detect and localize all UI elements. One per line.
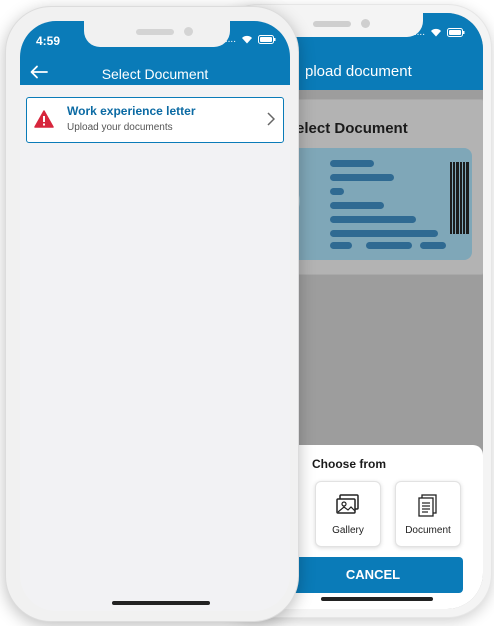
wifi-icon xyxy=(431,28,441,37)
wifi-icon xyxy=(242,35,252,44)
document-preview-card: elect Document xyxy=(270,99,483,275)
phone-notch xyxy=(273,13,423,37)
document-option[interactable]: Document xyxy=(395,481,461,547)
sheet-title: Choose from xyxy=(312,457,387,471)
status-bar: .... xyxy=(225,34,276,45)
app-header: 4:59 .... Select Document xyxy=(20,21,290,85)
gallery-option[interactable]: Gallery xyxy=(315,481,381,547)
list-item[interactable]: Work experience letter Upload your docum… xyxy=(26,97,284,143)
phone-notch xyxy=(84,21,230,47)
signal-dots: .... xyxy=(413,27,425,38)
item-title: Work experience letter xyxy=(67,104,196,118)
gallery-label: Gallery xyxy=(332,525,364,536)
page-title: Select Document xyxy=(101,66,209,82)
battery-icon xyxy=(258,35,276,44)
id-card-illustration xyxy=(270,148,472,260)
camera-dot xyxy=(361,19,370,28)
cancel-button[interactable]: CANCEL xyxy=(283,557,463,593)
foreground-phone: 4:59 .... Select Document Work experienc… xyxy=(5,6,299,622)
document-icon xyxy=(418,494,437,517)
camera-dot xyxy=(184,27,193,36)
document-label: Document xyxy=(405,525,451,536)
home-indicator xyxy=(321,597,433,601)
status-bar: .... xyxy=(414,27,465,38)
header-title: pload document xyxy=(305,63,412,80)
status-time: 4:59 xyxy=(36,34,61,48)
home-indicator xyxy=(112,601,210,605)
item-subtitle: Upload your documents xyxy=(67,122,173,133)
warning-icon xyxy=(34,110,54,128)
speaker xyxy=(136,29,174,35)
select-document-screen: 4:59 .... Select Document Work experienc… xyxy=(20,21,290,611)
chevron-right-icon xyxy=(267,112,275,126)
battery-icon xyxy=(447,28,465,37)
gallery-icon xyxy=(336,494,359,514)
speaker xyxy=(313,21,351,27)
card-title: elect Document xyxy=(296,120,408,137)
signal-dots: .... xyxy=(224,34,236,45)
